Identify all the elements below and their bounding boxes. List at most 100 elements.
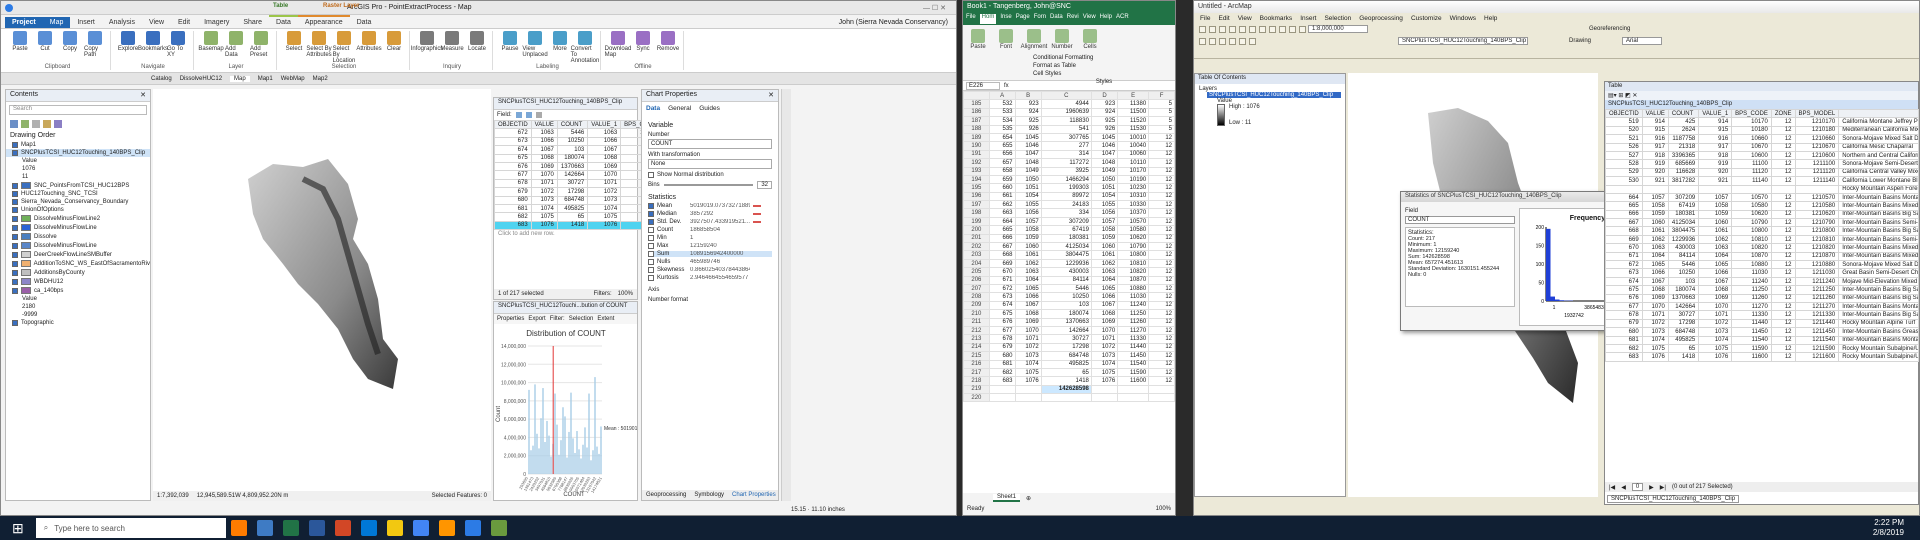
excel-cell[interactable]: 1058 [1014, 225, 1042, 235]
statistic-checkbox[interactable] [648, 235, 654, 241]
excel-column-header[interactable]: F [1148, 90, 1175, 101]
chart-extent-button[interactable]: Extent [597, 316, 614, 322]
toc-layer[interactable]: HUC12Touching_SNC_TCSI [6, 190, 150, 198]
layer-visibility-checkbox[interactable] [12, 224, 18, 231]
excel-cell[interactable]: 11520 [1117, 116, 1150, 126]
excel-cell[interactable]: 1048 [1090, 158, 1119, 168]
excel-cell[interactable]: 924 [1014, 107, 1042, 118]
attribute-table-tab[interactable]: SNCPlusTCSI_HUC12Touching_140BPS_Clip [494, 98, 637, 110]
excel-cell[interactable]: 1048 [1014, 158, 1042, 168]
open-icon[interactable] [1209, 25, 1216, 33]
excel-cell[interactable]: 1075 [1014, 367, 1042, 378]
arcmap-table-row[interactable]: 675 1068 180074 1068 11250 12 1211250 Inter-Mou… [1605, 285, 1919, 295]
excel-tab[interactable]: View [1083, 14, 1096, 24]
chart-properties-button[interactable]: Properties [497, 316, 524, 322]
excel-cell[interactable]: 1047 [1014, 149, 1042, 160]
excel-cell[interactable]: 541 [1040, 124, 1092, 134]
excel-cell[interactable]: 674 [988, 300, 1016, 311]
histogram-bar[interactable] [538, 448, 540, 474]
view-tab[interactable]: Catalog [151, 76, 172, 82]
excel-cell[interactable]: 1060 [1014, 242, 1042, 252]
excel-cell[interactable]: 10880 [1117, 283, 1150, 294]
excel-cell[interactable]: 1418 [1040, 376, 1092, 386]
layer-visibility-checkbox[interactable] [12, 191, 18, 197]
tab-analysis[interactable]: Analysis [102, 17, 142, 28]
tab-data[interactable]: Data [269, 15, 298, 28]
layer-dropdown[interactable]: SNCPlusTCSI_HUC12Touching_140BPS_Clip [1398, 37, 1528, 45]
histogram-bar[interactable] [568, 431, 570, 474]
excel-cell[interactable]: 12 [1148, 342, 1175, 353]
statistic-color-swatch[interactable] [753, 221, 761, 223]
layer-visibility-checkbox[interactable] [12, 269, 18, 276]
new-icon[interactable] [1199, 25, 1206, 33]
contents-search[interactable]: Search [9, 105, 147, 115]
file-explorer-icon[interactable] [386, 520, 403, 536]
arcmap-table-row[interactable]: 672 1065 5446 1065 10880 12 1210880 Sonora-Moja… [1605, 260, 1919, 270]
excel-cell[interactable]: 3925 [1040, 166, 1092, 176]
excel-cell[interactable]: 10230 [1117, 183, 1150, 193]
view-tab[interactable]: Map1 [258, 76, 273, 82]
excel-column-header[interactable]: D [1090, 90, 1119, 101]
map-scale-box[interactable]: 1:8,000,000 [1308, 25, 1368, 33]
system-clock[interactable]: 2:22 PM 2/8/2019 [1873, 518, 1904, 538]
ribbon-button[interactable]: Convert To Annotation [571, 31, 599, 64]
excel-cell[interactable]: 1075 [1090, 367, 1119, 378]
excel-cell[interactable]: 10810 [1117, 258, 1150, 269]
layer-visibility-checkbox[interactable] [12, 320, 18, 326]
excel-cell[interactable]: 12 [1148, 367, 1175, 378]
calculate-field-icon[interactable] [525, 112, 532, 118]
arcmap-taskbar-icon[interactable] [490, 520, 507, 536]
excel-cell[interactable]: 660 [988, 183, 1016, 193]
excel-cell[interactable]: 10800 [1117, 250, 1150, 260]
toc-layer[interactable]: SNCPlusTCSI_HUC12Touching_140BPS_Clip [6, 149, 150, 157]
axis-section[interactable]: Axis [648, 287, 772, 293]
excel-cell[interactable]: 1065 [1014, 283, 1042, 294]
arcmap-table-row[interactable]: 521 916 1187758 916 10660 12 1210660 Sonora-Moj… [1605, 134, 1919, 144]
excel-row-header[interactable]: 206 [963, 275, 990, 286]
histogram-bar[interactable] [574, 452, 576, 474]
statistic-checkbox[interactable] [648, 259, 654, 265]
toc-layer[interactable]: Value [6, 295, 150, 303]
georeferencing-label[interactable]: Georeferencing [1589, 26, 1630, 32]
excel-cell[interactable]: 12 [1148, 132, 1175, 143]
view-tab[interactable]: DissolveHUC12 [180, 76, 222, 82]
excel-row-header[interactable]: 211 [963, 317, 990, 327]
histogram-bar[interactable] [578, 449, 580, 474]
excel-cell[interactable]: 12 [1148, 183, 1175, 193]
excel-cell[interactable]: 12 [1148, 275, 1175, 286]
arcmap-menu-item[interactable]: Customize [1411, 15, 1442, 22]
ribbon-button[interactable]: Explore [117, 31, 139, 52]
map-view[interactable] [153, 89, 491, 491]
arcmap-table-row[interactable]: 527 918 3396365 918 10600 12 1210600 Northern a… [1605, 150, 1919, 161]
excel-cell[interactable]: 662 [988, 200, 1016, 210]
layer-visibility-checkbox[interactable] [12, 287, 18, 294]
excel-cell[interactable]: 117272 [1040, 158, 1092, 168]
tab-edit[interactable]: Edit [171, 17, 197, 28]
excel-cell[interactable]: 10310 [1117, 191, 1150, 202]
excel-cell[interactable]: 670 [988, 267, 1016, 277]
excel-cell[interactable]: 1074 [1014, 359, 1042, 369]
arcmap-table-row[interactable]: 664 1057 307209 1057 10570 12 1210570 Inter-Mou… [1605, 192, 1919, 203]
excel-cell[interactable]: 1046 [1090, 141, 1119, 151]
excel-cell[interactable]: 923 [1090, 99, 1119, 109]
excel-cell[interactable]: 10620 [1117, 233, 1150, 244]
firefox-icon[interactable] [438, 520, 455, 536]
illustrator-icon[interactable] [230, 520, 247, 536]
excel-cell[interactable]: 67419 [1040, 225, 1092, 235]
excel-cell[interactable] [988, 384, 1016, 395]
excel-cell[interactable]: 1064 [1014, 275, 1042, 286]
nav-last-icon[interactable]: ▶| [1660, 484, 1666, 491]
statistic-color-swatch[interactable] [753, 213, 761, 215]
excel-cell[interactable] [988, 393, 1016, 403]
excel-cell[interactable]: 1062 [1014, 258, 1042, 269]
arcmap-column-header[interactable]: BPS_CODE [1731, 108, 1772, 119]
excel-row-header[interactable]: 219 [963, 384, 990, 395]
tab-data-props[interactable]: Data [646, 105, 660, 112]
histogram-bar[interactable] [562, 407, 564, 474]
tab-insert[interactable]: Insert [70, 17, 102, 28]
excel-cell[interactable]: 11250 [1117, 309, 1150, 319]
ribbon-button[interactable]: Measure [440, 31, 464, 52]
histogram-bar[interactable] [586, 447, 588, 474]
stats-field-dropdown[interactable]: COUNT [1405, 216, 1515, 224]
excel-cell[interactable]: 1054 [1090, 191, 1119, 202]
